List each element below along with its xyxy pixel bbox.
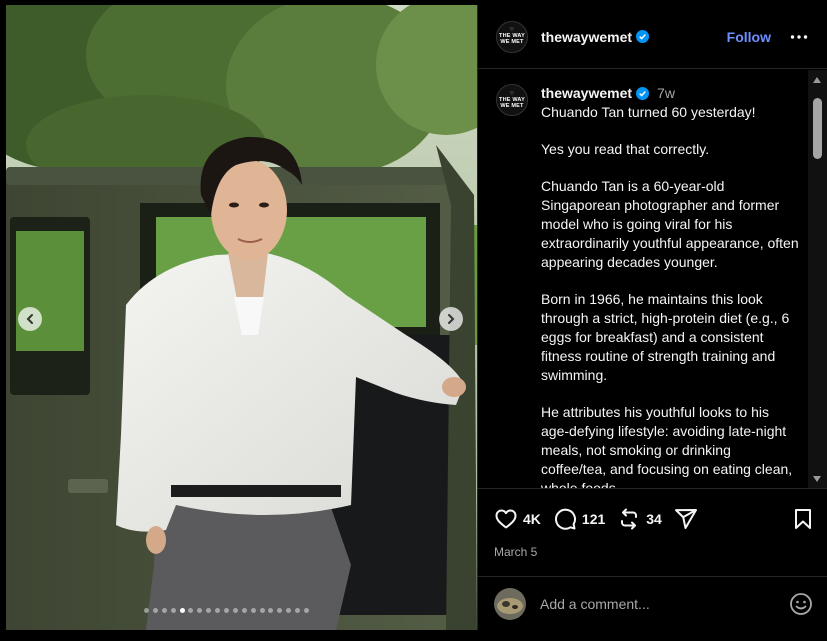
post-media[interactable] bbox=[6, 5, 477, 630]
carousel-dot bbox=[215, 608, 221, 613]
like-button[interactable]: 4K bbox=[494, 507, 541, 531]
carousel-dot bbox=[170, 608, 176, 613]
follow-button[interactable]: Follow bbox=[727, 29, 771, 45]
carousel-dot bbox=[277, 608, 283, 613]
carousel-dot bbox=[188, 608, 194, 613]
caption-paragraph: Chuando Tan is a 60-year-old Singaporean… bbox=[541, 178, 799, 270]
logo-text-line-2: WE MET bbox=[500, 39, 524, 45]
post-container: ♡ THE WAY WE MET thewaywemet Follow ♡ TH… bbox=[6, 5, 827, 630]
caption-paragraph: Yes you read that correctly. bbox=[541, 141, 710, 157]
carousel-dot-active bbox=[179, 608, 185, 613]
carousel-dot bbox=[286, 608, 292, 613]
caption-paragraph: He attributes his youthful looks to his … bbox=[541, 404, 793, 488]
post-modal: ♡ THE WAY WE MET thewaywemet Follow ♡ TH… bbox=[0, 0, 827, 641]
send-icon bbox=[674, 509, 697, 529]
carousel-dot bbox=[206, 608, 212, 613]
post-photo bbox=[6, 5, 477, 630]
comment-count[interactable]: 121 bbox=[582, 511, 605, 527]
caption-paragraph: Chuando Tan turned 60 yesterday! bbox=[541, 104, 756, 120]
carousel-dot bbox=[232, 608, 238, 613]
chevron-right-icon bbox=[448, 314, 455, 324]
chevron-left-icon bbox=[26, 314, 33, 324]
carousel-dot bbox=[268, 608, 274, 613]
carousel-dot bbox=[241, 608, 247, 613]
comment-bubble-icon bbox=[554, 508, 576, 530]
scroll-up-arrow-icon[interactable] bbox=[813, 77, 821, 83]
carousel-dot bbox=[152, 608, 158, 613]
caption-comment: ♡ THE WAY WE MET thewaywemet 7w Chuando … bbox=[478, 70, 827, 488]
caption-paragraph: Born in 1966, he maintains this look thr… bbox=[541, 291, 790, 383]
bookmark-icon bbox=[795, 509, 811, 529]
carousel-dot bbox=[304, 608, 310, 613]
share-button[interactable] bbox=[674, 507, 698, 531]
comment-button[interactable]: 121 bbox=[553, 507, 605, 531]
more-options-icon bbox=[790, 34, 808, 39]
scroll-thumb[interactable] bbox=[813, 98, 822, 159]
carousel-dot bbox=[259, 608, 265, 613]
logo-text-line-2: WE MET bbox=[500, 102, 524, 109]
header-username[interactable]: thewaywemet bbox=[541, 29, 632, 45]
carousel-next-button[interactable] bbox=[439, 307, 463, 331]
post-date[interactable]: March 5 bbox=[478, 535, 827, 559]
repost-icon bbox=[621, 508, 638, 530]
verified-badge-icon bbox=[636, 87, 650, 100]
action-bar: 4K 121 34 bbox=[478, 489, 827, 535]
carousel-dot bbox=[161, 608, 167, 613]
carousel-dot bbox=[295, 608, 301, 613]
scroll-down-arrow-icon[interactable] bbox=[813, 476, 821, 482]
comment-input[interactable] bbox=[540, 595, 789, 612]
like-count[interactable]: 4K bbox=[523, 511, 541, 527]
carousel-indicator bbox=[144, 608, 310, 613]
caption-avatar[interactable]: ♡ THE WAY WE MET bbox=[496, 84, 528, 116]
caption-scrollbar[interactable] bbox=[808, 70, 827, 488]
user-avatar[interactable] bbox=[494, 587, 526, 620]
caption-head: thewaywemet 7w bbox=[541, 84, 799, 103]
heart-icon bbox=[495, 509, 517, 529]
carousel-prev-button[interactable] bbox=[18, 307, 42, 331]
caption-scroll-area[interactable]: ♡ THE WAY WE MET thewaywemet 7w Chuando … bbox=[478, 70, 827, 488]
emoji-icon bbox=[790, 592, 812, 615]
caption-body: thewaywemet 7w Chuando Tan turned 60 yes… bbox=[541, 84, 799, 488]
carousel-dot bbox=[197, 608, 203, 613]
caption-username[interactable]: thewaywemet bbox=[541, 84, 632, 103]
account-avatar[interactable]: ♡ THE WAY WE MET bbox=[496, 20, 528, 53]
save-button[interactable] bbox=[791, 507, 815, 531]
carousel-dot bbox=[250, 608, 256, 613]
repost-button[interactable]: 34 bbox=[617, 507, 662, 531]
post-header: ♡ THE WAY WE MET thewaywemet Follow bbox=[478, 5, 827, 69]
carousel-dot bbox=[144, 608, 149, 613]
carousel-dot bbox=[224, 608, 230, 613]
post-actions-section: 4K 121 34 March 5 bbox=[478, 488, 827, 559]
repost-count[interactable]: 34 bbox=[646, 511, 662, 527]
post-side-panel: ♡ THE WAY WE MET thewaywemet Follow ♡ TH… bbox=[477, 5, 827, 630]
more-options-button[interactable] bbox=[787, 25, 811, 49]
comment-composer bbox=[478, 576, 827, 630]
emoji-button[interactable] bbox=[789, 592, 813, 616]
caption-time[interactable]: 7w bbox=[657, 84, 675, 103]
verified-badge-icon bbox=[636, 30, 650, 43]
